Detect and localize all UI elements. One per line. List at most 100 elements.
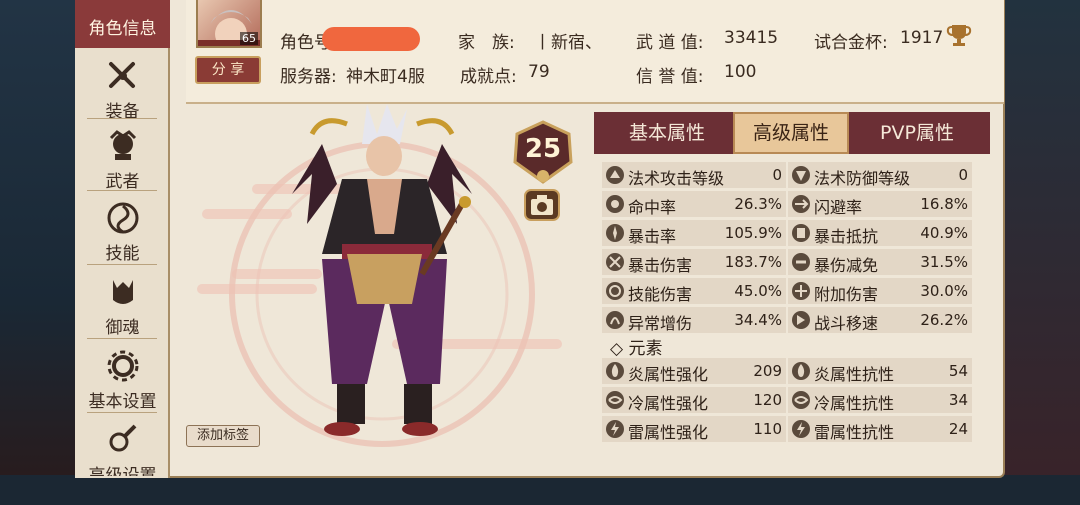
server-value: 神木町4服 [346, 67, 425, 87]
credit-value: 100 [724, 62, 757, 82]
background-right [1000, 0, 1080, 505]
fire-icon [792, 362, 810, 380]
family-value: 丨新宿、 [534, 33, 602, 53]
stat-name: 闪避率 [814, 198, 863, 217]
avatar[interactable]: 65 [196, 0, 262, 48]
table-row: 暴击伤害 183.7% 暴伤减免 31.5% [602, 249, 980, 275]
table-row: 命中率 26.3% 闪避率 16.8% [602, 191, 980, 217]
stat-cell: 闪避率 16.8% [788, 191, 972, 217]
stat-name: 冷属性强化 [628, 394, 709, 413]
stat-cell: 法术防御等级 0 [788, 162, 972, 188]
stat-cell: 炎属性抗性 54 [788, 358, 972, 384]
stat-name: 暴击抵抗 [814, 227, 879, 246]
crit-reduction-icon [792, 253, 810, 271]
table-row: 异常增伤 34.4% 战斗移速 26.2% [602, 307, 980, 333]
wudao-label: 武 道 值: [636, 33, 704, 53]
stat-name: 法术防御等级 [814, 169, 911, 188]
sidebar-item-label: 技能 [105, 244, 140, 264]
sidebar-item-basic-settings[interactable]: 基本设置 [75, 342, 170, 414]
table-row: 冷属性强化 120 冷属性抗性 34 [602, 387, 980, 413]
add-tag-button[interactable]: 添加标签 [186, 425, 260, 447]
stat-name: 冷属性抗性 [814, 394, 895, 413]
stat-cell: 暴击率 105.9% [602, 220, 786, 246]
stat-cell: 附加伤害 30.0% [788, 278, 972, 304]
stat-cell: 冷属性强化 120 [602, 387, 786, 413]
stat-cell: 暴击伤害 183.7% [602, 249, 786, 275]
fire-icon [606, 362, 624, 380]
element-section-title: ◇ 元素 [610, 339, 663, 359]
stat-cell: 技能伤害 45.0% [602, 278, 786, 304]
stat-name: 暴击伤害 [628, 256, 693, 275]
stat-value: 0 [958, 166, 968, 184]
decor-cloud [202, 209, 292, 219]
stat-cell: 战斗移速 26.2% [788, 307, 972, 333]
cup-value: 1917 [900, 28, 944, 48]
table-row: 暴击率 105.9% 暴击抵抗 40.9% [602, 220, 980, 246]
divider [87, 338, 157, 339]
sidebar-item-label: 基本设置 [88, 392, 157, 412]
table-row: 炎属性强化 209 炎属性抗性 54 [602, 358, 980, 384]
warrior-icon [109, 130, 136, 160]
decor-cloud [197, 284, 317, 294]
redaction-mark [322, 27, 420, 51]
stat-name: 技能伤害 [628, 285, 693, 304]
achievement-label: 成就点: [460, 67, 517, 87]
stat-value: 120 [753, 391, 782, 409]
stat-value: 105.9% [724, 224, 782, 242]
share-button[interactable]: 分 享 [195, 56, 261, 84]
server-label: 服务器: [280, 67, 337, 87]
tab-basic-attributes[interactable]: 基本属性 [604, 112, 730, 154]
stat-value: 209 [753, 362, 782, 380]
stat-name: 炎属性强化 [628, 365, 709, 384]
background-left [0, 0, 80, 505]
stat-value: 183.7% [724, 253, 782, 271]
sidebar-item-equipment[interactable]: 装备 [75, 52, 170, 124]
dodge-icon [792, 195, 810, 213]
stat-cell: 法术攻击等级 0 [602, 162, 786, 188]
table-row: 法术攻击等级 0 法术防御等级 0 [602, 162, 980, 188]
tab-advanced-attributes[interactable]: 高级属性 [733, 112, 849, 154]
tab-pvp-attributes[interactable]: PVP属性 [854, 112, 980, 154]
move-speed-icon [792, 311, 810, 329]
crit-resist-icon [792, 224, 810, 242]
sidebar-item-label: 角色信息 [88, 19, 157, 39]
camera-icon[interactable] [523, 188, 561, 222]
decor-cloud [232, 269, 322, 279]
gear-icon [107, 350, 138, 382]
stat-cell: 异常增伤 34.4% [602, 307, 786, 333]
stat-value: 34.4% [734, 311, 782, 329]
table-row: 雷属性强化 110 雷属性抗性 24 [602, 416, 980, 442]
stat-name: 战斗移速 [814, 314, 879, 333]
stat-value: 31.5% [920, 253, 968, 271]
status-damage-icon [606, 311, 624, 329]
sidebar-item-label: 御魂 [105, 318, 140, 338]
stat-cell: 冷属性抗性 34 [788, 387, 972, 413]
soul-icon [112, 280, 133, 304]
sidebar-item-warrior[interactable]: 武者 [75, 122, 170, 194]
stat-value: 110 [753, 420, 782, 438]
sidebar-item-soul[interactable]: 御魂 [75, 268, 170, 340]
sidebar-item-advanced-settings[interactable]: 高级设置 [75, 416, 170, 476]
crit-damage-icon [606, 253, 624, 271]
stat-value: 0 [772, 166, 782, 184]
divider [87, 190, 157, 191]
skill-icon [107, 202, 138, 234]
stat-cell: 暴击抵抗 40.9% [788, 220, 972, 246]
stat-value: 30.0% [920, 282, 968, 300]
table-row: 技能伤害 45.0% 附加伤害 30.0% [602, 278, 980, 304]
sidebar-item-character-info[interactable]: 角色信息 [75, 0, 170, 48]
stat-cell: 雷属性强化 110 [602, 416, 786, 442]
stat-name: 炎属性抗性 [814, 365, 895, 384]
stat-value: 16.8% [920, 195, 968, 213]
stat-value: 40.9% [920, 224, 968, 242]
stat-value: 24 [948, 420, 968, 438]
sidebar-item-skill[interactable]: 技能 [75, 194, 170, 266]
wudao-value: 33415 [724, 28, 779, 48]
stat-cell: 炎属性强化 209 [602, 358, 786, 384]
thunder-icon [606, 420, 624, 438]
attribute-tabs: 基本属性 高级属性 PVP属性 [594, 112, 990, 154]
level-badge: 25 [509, 120, 577, 188]
character-level: 25 [524, 134, 562, 164]
stat-value: 54 [948, 362, 968, 380]
hit-rate-icon [606, 195, 624, 213]
